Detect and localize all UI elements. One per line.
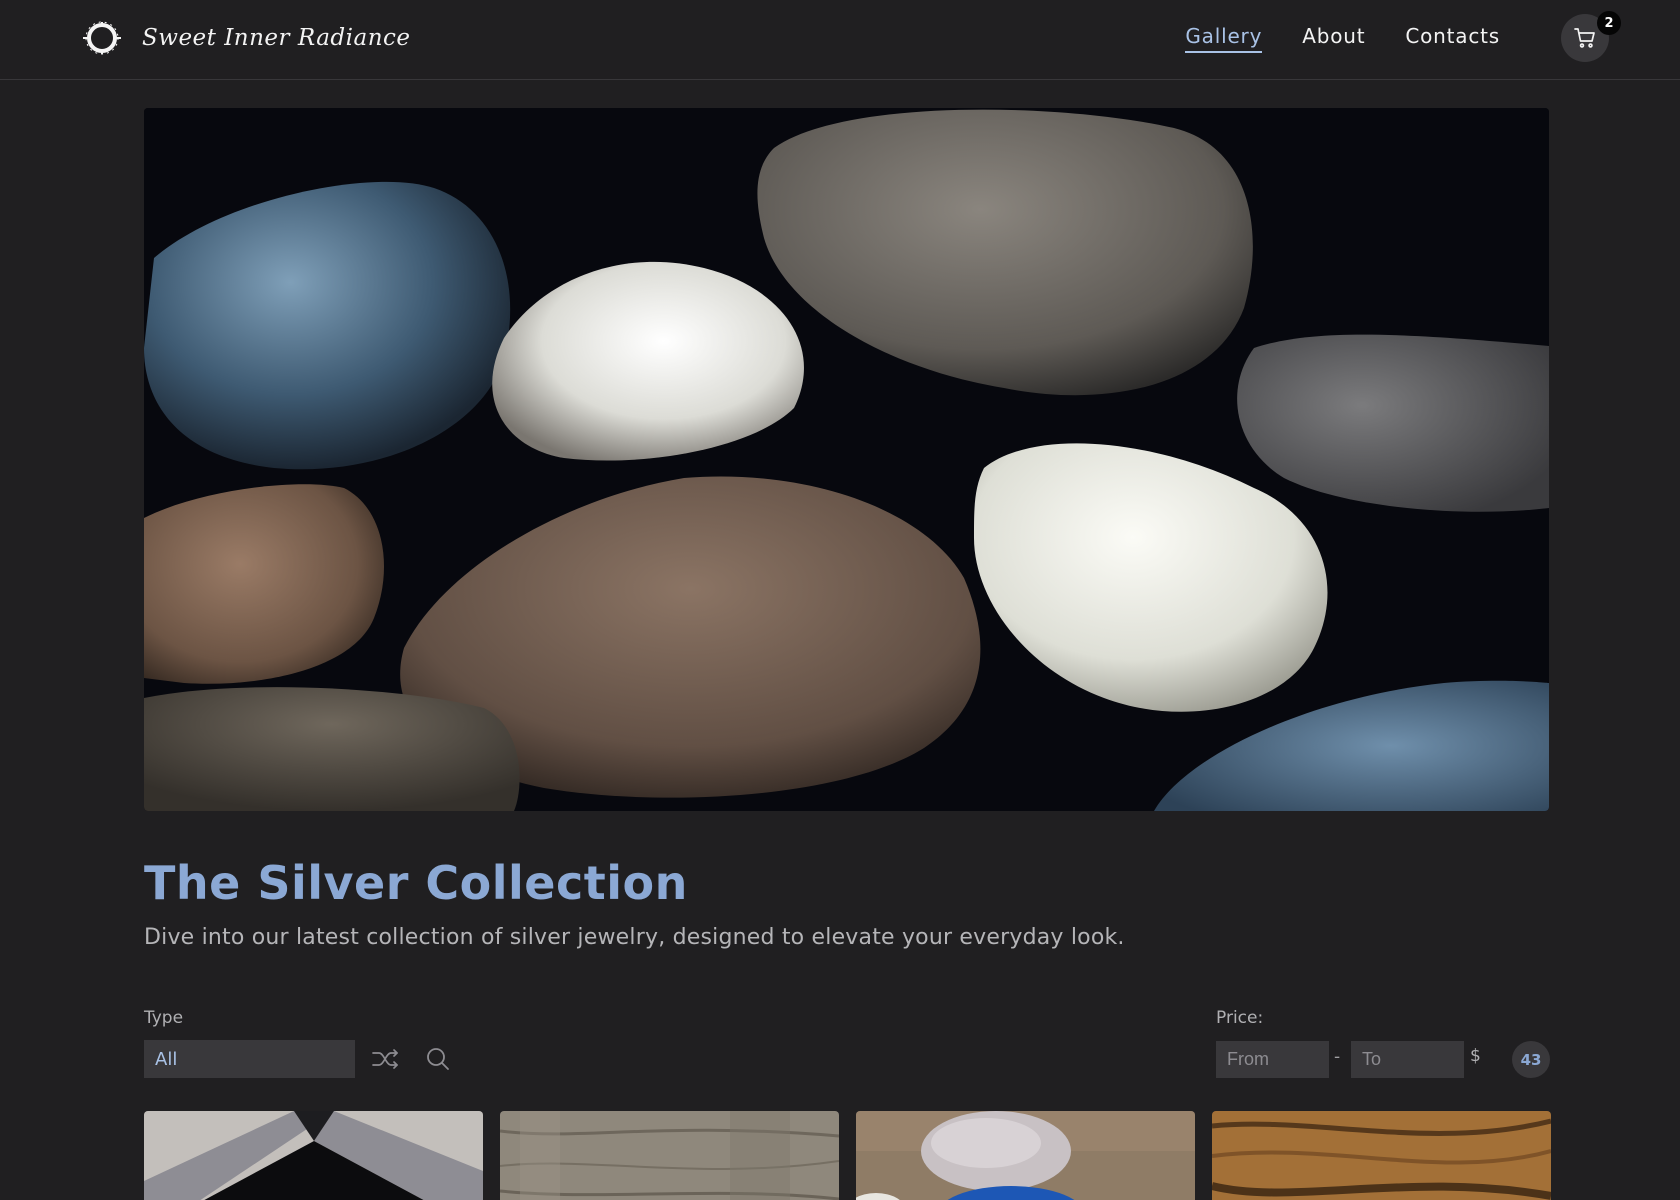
pebbles-and-shells-photo [144, 108, 1549, 811]
price-currency: $ [1470, 1046, 1481, 1066]
product-card[interactable] [856, 1111, 1195, 1200]
type-select[interactable]: All [144, 1040, 355, 1078]
hero-image [144, 108, 1549, 811]
collection-title: The Silver Collection [144, 856, 688, 910]
wood-grain-photo [1212, 1111, 1551, 1200]
nav-gallery[interactable]: Gallery [1185, 24, 1263, 53]
nav-contacts[interactable]: Contacts [1405, 24, 1500, 53]
stones-photo [856, 1111, 1195, 1200]
price-from-input[interactable] [1216, 1041, 1329, 1078]
price-to-input[interactable] [1351, 1041, 1464, 1078]
product-card[interactable] [1212, 1111, 1551, 1200]
silver-box-photo [144, 1111, 483, 1200]
search-icon [427, 1048, 449, 1070]
product-card[interactable] [500, 1111, 839, 1200]
main-nav: Gallery About Contacts [1185, 24, 1500, 53]
product-card[interactable] [144, 1111, 483, 1200]
shopping-cart-icon [1574, 28, 1595, 48]
shuffle-icon [372, 1049, 398, 1069]
price-filter-label: Price: [1216, 1008, 1264, 1028]
price-separator: - [1334, 1047, 1341, 1067]
nav-about[interactable]: About [1302, 24, 1365, 53]
cart-count-badge: 2 [1597, 11, 1621, 35]
collection-subtitle: Dive into our latest collection of silve… [144, 925, 1125, 950]
brand-logo[interactable]: Sweet Inner Radiance [82, 18, 411, 58]
site-header: Sweet Inner Radiance Gallery About Conta… [0, 0, 1680, 80]
shuffle-button[interactable] [368, 1042, 402, 1076]
sun-ring-icon [83, 21, 121, 55]
driftwood-photo [500, 1111, 839, 1200]
brand-name: Sweet Inner Radiance [142, 25, 411, 51]
search-button[interactable] [421, 1042, 455, 1076]
type-filter-label: Type [144, 1008, 184, 1028]
cart-button[interactable]: 2 [1561, 11, 1621, 62]
result-count-badge: 43 [1512, 1041, 1550, 1078]
